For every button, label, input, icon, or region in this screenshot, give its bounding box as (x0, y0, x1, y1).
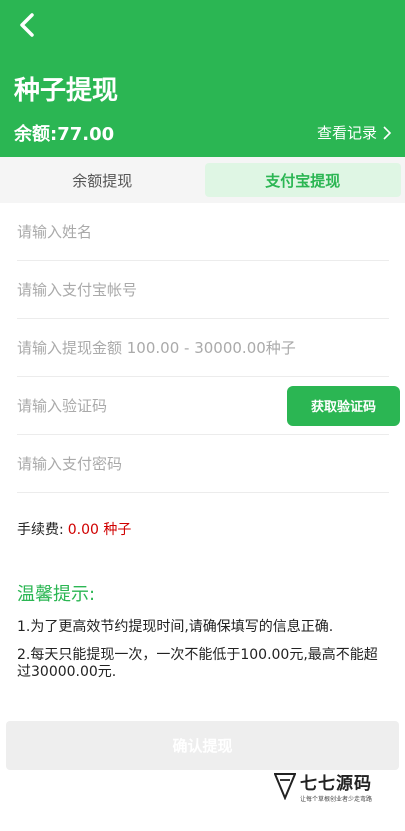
view-records-label: 查看记录 (316, 124, 377, 142)
name-row (17, 203, 389, 261)
watermark-text: 七七源码 让每个草根创业者少走弯路 (300, 769, 372, 803)
watermark-slogan: 让每个草根创业者少走弯路 (300, 796, 373, 803)
tip-item: 1.为了更高效节约提现时间,请确保填写的信息正确. (17, 619, 334, 635)
header-bar: 种子提现 余额:77.00 查看记录 (0, 0, 405, 157)
amount-input[interactable] (17, 338, 389, 357)
fee-line: 手续费: 0.00 种子 (17, 519, 131, 539)
tips-title: 温馨提示: (17, 584, 96, 605)
verification-code-input[interactable] (17, 396, 247, 415)
tab-balance-withdraw[interactable]: 余额提现 (4, 163, 201, 197)
view-records-link[interactable]: 查看记录 (317, 122, 393, 143)
alipay-account-input[interactable] (17, 280, 389, 299)
logo-icon (274, 773, 296, 800)
chevron-left-icon (20, 13, 34, 37)
watermark-name: 七七源码 (300, 774, 372, 794)
page-title: 种子提现 (14, 76, 119, 106)
password-row (17, 435, 389, 493)
amount-row (17, 319, 389, 377)
back-button[interactable] (12, 10, 42, 40)
balance-text: 余额:77.00 (14, 124, 115, 145)
fee-value: 0.00 种子 (67, 522, 132, 538)
chevron-right-icon (383, 125, 392, 140)
code-row: 获取验证码 (17, 377, 400, 435)
pay-password-input[interactable] (17, 454, 389, 473)
account-row (17, 261, 389, 319)
get-code-button[interactable]: 获取验证码 (287, 385, 400, 426)
fee-label: 手续费: (17, 522, 64, 538)
name-input[interactable] (17, 222, 389, 241)
withdraw-tabs: 余额提现 支付宝提现 (0, 157, 405, 203)
withdraw-form: 获取验证码 (17, 203, 400, 493)
watermark-logo: 七七源码 让每个草根创业者少走弯路 (274, 769, 372, 803)
tab-alipay-withdraw[interactable]: 支付宝提现 (204, 163, 401, 197)
confirm-withdraw-button[interactable]: 确认提现 (6, 721, 399, 770)
tip-item: 2.每天只能提现一次，一次不能低于100.00元,最高不能超过30000.00元… (17, 647, 378, 680)
